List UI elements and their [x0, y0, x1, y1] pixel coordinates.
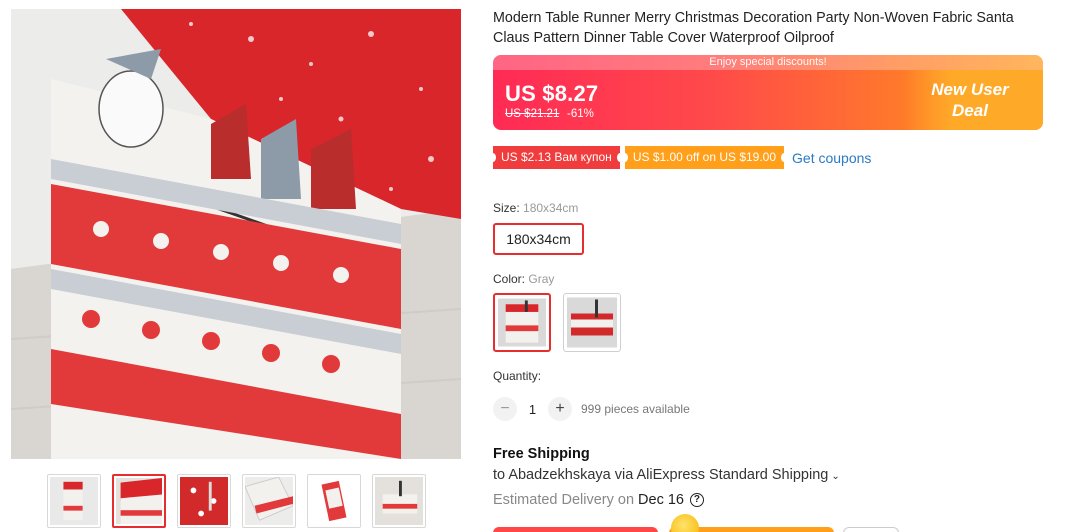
thumbnail-5[interactable]	[307, 474, 361, 528]
discount-percent: -61%	[567, 108, 594, 120]
get-coupons-link[interactable]: Get coupons	[792, 150, 871, 166]
color-label-text: Color:	[493, 272, 526, 286]
thumbnail-6[interactable]	[372, 474, 426, 528]
coupon-row: US $2.13 Вам купон US $1.00 off on US $1…	[490, 146, 871, 169]
color-option-red[interactable]	[563, 293, 621, 352]
product-title: Modern Table Runner Merry Christmas Deco…	[493, 10, 1014, 46]
coin-icon	[671, 514, 699, 532]
color-label: Color: Gray	[493, 272, 554, 286]
size-selected-value: 180x34cm	[523, 201, 579, 215]
current-price: US $8.27	[505, 81, 599, 106]
size-option[interactable]: 180x34cm	[493, 223, 584, 255]
price-banner: Enjoy special discounts! US $8.27 US $21…	[493, 55, 1043, 130]
quantity-increase-button[interactable]: +	[548, 397, 572, 421]
quantity-decrease-button[interactable]: −	[493, 397, 517, 421]
chevron-down-icon: ⌄	[831, 471, 840, 482]
estimated-delivery: Estimated Delivery on Dec 16 ?	[493, 492, 704, 508]
size-label-text: Size:	[493, 201, 520, 215]
thumbnail-4[interactable]	[242, 474, 296, 528]
buy-now-button[interactable]	[493, 527, 658, 532]
color-option-gray[interactable]	[493, 293, 551, 352]
shipping-destination-text: to Abadzekhskaya via AliExpress Standard…	[493, 467, 829, 483]
quantity-stepper: − 1 + 999 pieces available	[493, 397, 690, 421]
coupon-badge[interactable]: US $2.13 Вам купон	[490, 146, 623, 169]
help-icon[interactable]: ?	[689, 493, 704, 507]
size-label: Size: 180x34cm	[493, 201, 578, 215]
thumbnail-1[interactable]	[47, 474, 101, 528]
original-price: US $21.21	[505, 108, 560, 120]
thumbnail-3[interactable]	[177, 474, 231, 528]
delivery-label: Estimated Delivery on	[493, 492, 635, 508]
discount-strip: Enjoy special discounts!	[493, 55, 1043, 70]
delivery-date: Dec 16	[638, 492, 684, 508]
stock-available: 999 pieces available	[581, 402, 690, 416]
thumbnail-strip	[47, 474, 426, 528]
deal-line-2: Deal	[952, 101, 988, 120]
shipping-destination[interactable]: to Abadzekhskaya via AliExpress Standard…	[493, 467, 840, 483]
main-product-image[interactable]	[11, 9, 461, 459]
shipping-title: Free Shipping	[493, 446, 590, 462]
quantity-label: Quantity:	[493, 369, 542, 383]
thumbnail-2[interactable]	[112, 474, 166, 528]
deal-line-1: New User	[931, 80, 1009, 99]
quantity-input[interactable]: 1	[517, 402, 548, 417]
wishlist-button[interactable]	[843, 527, 899, 532]
new-user-deal-badge: New User Deal	[915, 79, 1025, 121]
color-selected-value: Gray	[528, 272, 555, 286]
coupon-badge[interactable]: US $1.00 off on US $19.00	[621, 146, 788, 169]
